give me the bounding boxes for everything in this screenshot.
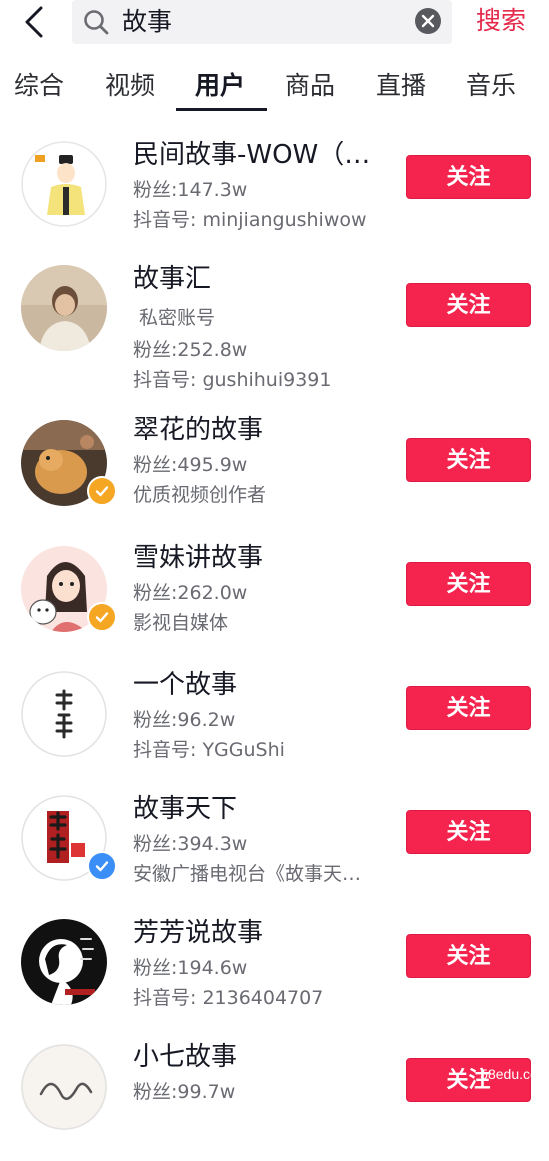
user-name: 故事天下: [133, 792, 385, 826]
tab-bar: 综合 视频 用户 商品 直播 音乐: [0, 58, 549, 114]
watermark: 58edu.cc: [480, 1066, 537, 1082]
follow-button[interactable]: 关注: [406, 810, 531, 854]
avatar[interactable]: [21, 546, 107, 632]
user-row[interactable]: 芳芳说故事 粉丝:194.6w 抖音号: 2136404707 关注: [0, 913, 549, 1037]
user-description: 优质视频创作者: [133, 481, 385, 509]
private-account-label: 私密账号: [139, 304, 391, 332]
avatar[interactable]: [21, 265, 107, 351]
follow-button[interactable]: 关注: [406, 934, 531, 978]
follower-count: 粉丝:252.8w: [133, 336, 385, 364]
user-row[interactable]: 故事天下 粉丝:394.3w 安徽广播电视台《故事天… 关注: [0, 789, 549, 913]
user-name: 故事汇: [133, 262, 385, 296]
user-description: 安徽广播电视台《故事天…: [133, 860, 385, 888]
tab-users[interactable]: 用户: [195, 66, 245, 106]
tab-videos[interactable]: 视频: [105, 66, 155, 106]
calligraphy-sketch-icon: [21, 1044, 107, 1130]
follow-button[interactable]: 关注: [406, 562, 531, 606]
tab-music[interactable]: 音乐: [466, 66, 516, 106]
user-name: 雪妹讲故事: [133, 541, 385, 575]
follow-button[interactable]: 关注: [406, 283, 531, 327]
search-icon: [82, 8, 110, 36]
avatar[interactable]: [21, 141, 107, 227]
verified-badge-icon: [87, 602, 117, 632]
search-query: 故事: [122, 4, 172, 40]
user-id: 抖音号: 2136404707: [133, 984, 385, 1012]
follower-count: 粉丝:99.7w: [133, 1078, 385, 1106]
user-row[interactable]: 民间故事-WOW（… 粉丝:147.3w 抖音号: minjiangushiwo…: [0, 124, 549, 248]
active-tab-indicator: [176, 108, 267, 111]
follower-count: 粉丝:147.3w: [133, 176, 385, 204]
verified-badge-icon: [87, 851, 117, 881]
avatar[interactable]: [21, 671, 107, 757]
user-row[interactable]: 一个故事 粉丝:96.2w 抖音号: YGGuShi 关注: [0, 665, 549, 789]
user-name: 一个故事: [133, 668, 385, 702]
follower-count: 粉丝:194.6w: [133, 954, 385, 982]
scholar-illustration-icon: [21, 141, 107, 227]
user-row[interactable]: 故事汇 私密账号 粉丝:252.8w 抖音号: gushihui9391 关注: [0, 256, 549, 380]
avatar[interactable]: [21, 795, 107, 881]
tab-live[interactable]: 直播: [376, 66, 426, 106]
user-id: 抖音号: gushihui9391: [133, 366, 385, 394]
calligraphy-text-icon: [21, 671, 107, 757]
chevron-left-icon: [23, 6, 45, 38]
search-button[interactable]: 搜索: [476, 3, 526, 39]
user-name: 民间故事-WOW（…: [133, 138, 385, 172]
user-name: 小七故事: [133, 1040, 385, 1074]
tab-products[interactable]: 商品: [285, 66, 335, 106]
follower-count: 粉丝:394.3w: [133, 830, 385, 858]
user-name: 翠花的故事: [133, 413, 385, 447]
follow-button[interactable]: 关注: [406, 155, 531, 199]
follower-count: 粉丝:96.2w: [133, 706, 385, 734]
user-id: 抖音号: minjiangushiwow: [133, 206, 385, 234]
user-row[interactable]: 翠花的故事 粉丝:495.9w 优质视频创作者 关注: [0, 417, 549, 541]
follower-count: 粉丝:495.9w: [133, 451, 385, 479]
user-id: 抖音号: YGGuShi: [133, 736, 385, 764]
person-photo-icon: [21, 265, 107, 351]
search-header: 故事 搜索: [0, 0, 549, 50]
avatar[interactable]: [21, 919, 107, 1005]
follow-button[interactable]: 关注: [406, 686, 531, 730]
follower-count: 粉丝:262.0w: [133, 579, 385, 607]
verified-badge-icon: [87, 476, 117, 506]
follow-button[interactable]: 关注: [406, 438, 531, 482]
user-name: 芳芳说故事: [133, 916, 385, 950]
user-description: 影视自媒体: [133, 609, 385, 637]
avatar[interactable]: [21, 420, 107, 506]
clear-icon[interactable]: [415, 8, 441, 34]
avatar[interactable]: [21, 1044, 107, 1130]
back-button[interactable]: [16, 4, 52, 40]
black-white-illustration-icon: [21, 919, 107, 1005]
search-input[interactable]: 故事: [72, 0, 452, 44]
user-row[interactable]: 雪妹讲故事 粉丝:262.0w 影视自媒体 关注: [0, 541, 549, 665]
tab-comprehensive[interactable]: 综合: [14, 66, 64, 106]
user-row[interactable]: 小七故事 粉丝:99.7w 关注: [0, 1037, 549, 1161]
